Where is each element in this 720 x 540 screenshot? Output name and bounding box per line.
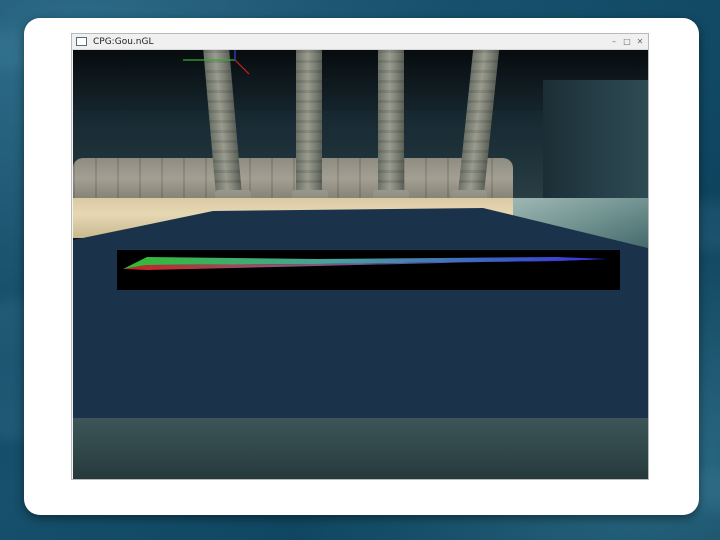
app-window[interactable]: CPG:Gou.nGL – □ ✕ bbox=[71, 33, 649, 480]
gradient-ribbon-svg bbox=[123, 257, 607, 270]
window-title: CPG:Gou.nGL bbox=[93, 37, 154, 47]
app-window-icon bbox=[76, 37, 87, 46]
axis-gizmo bbox=[183, 50, 250, 75]
scene-water-plane bbox=[73, 208, 648, 418]
scene-pillar bbox=[378, 50, 404, 204]
minimize-button[interactable]: – bbox=[609, 35, 619, 48]
window-titlebar[interactable]: CPG:Gou.nGL – □ ✕ bbox=[72, 34, 648, 50]
z-axis-line-icon bbox=[234, 59, 250, 75]
maximize-button[interactable]: □ bbox=[622, 35, 632, 48]
gradient-ribbon-panel bbox=[117, 250, 620, 290]
scene-foreground-floor bbox=[73, 418, 648, 479]
close-button[interactable]: ✕ bbox=[635, 35, 645, 48]
render-viewport[interactable] bbox=[73, 50, 648, 479]
scene-pillar bbox=[296, 50, 322, 204]
